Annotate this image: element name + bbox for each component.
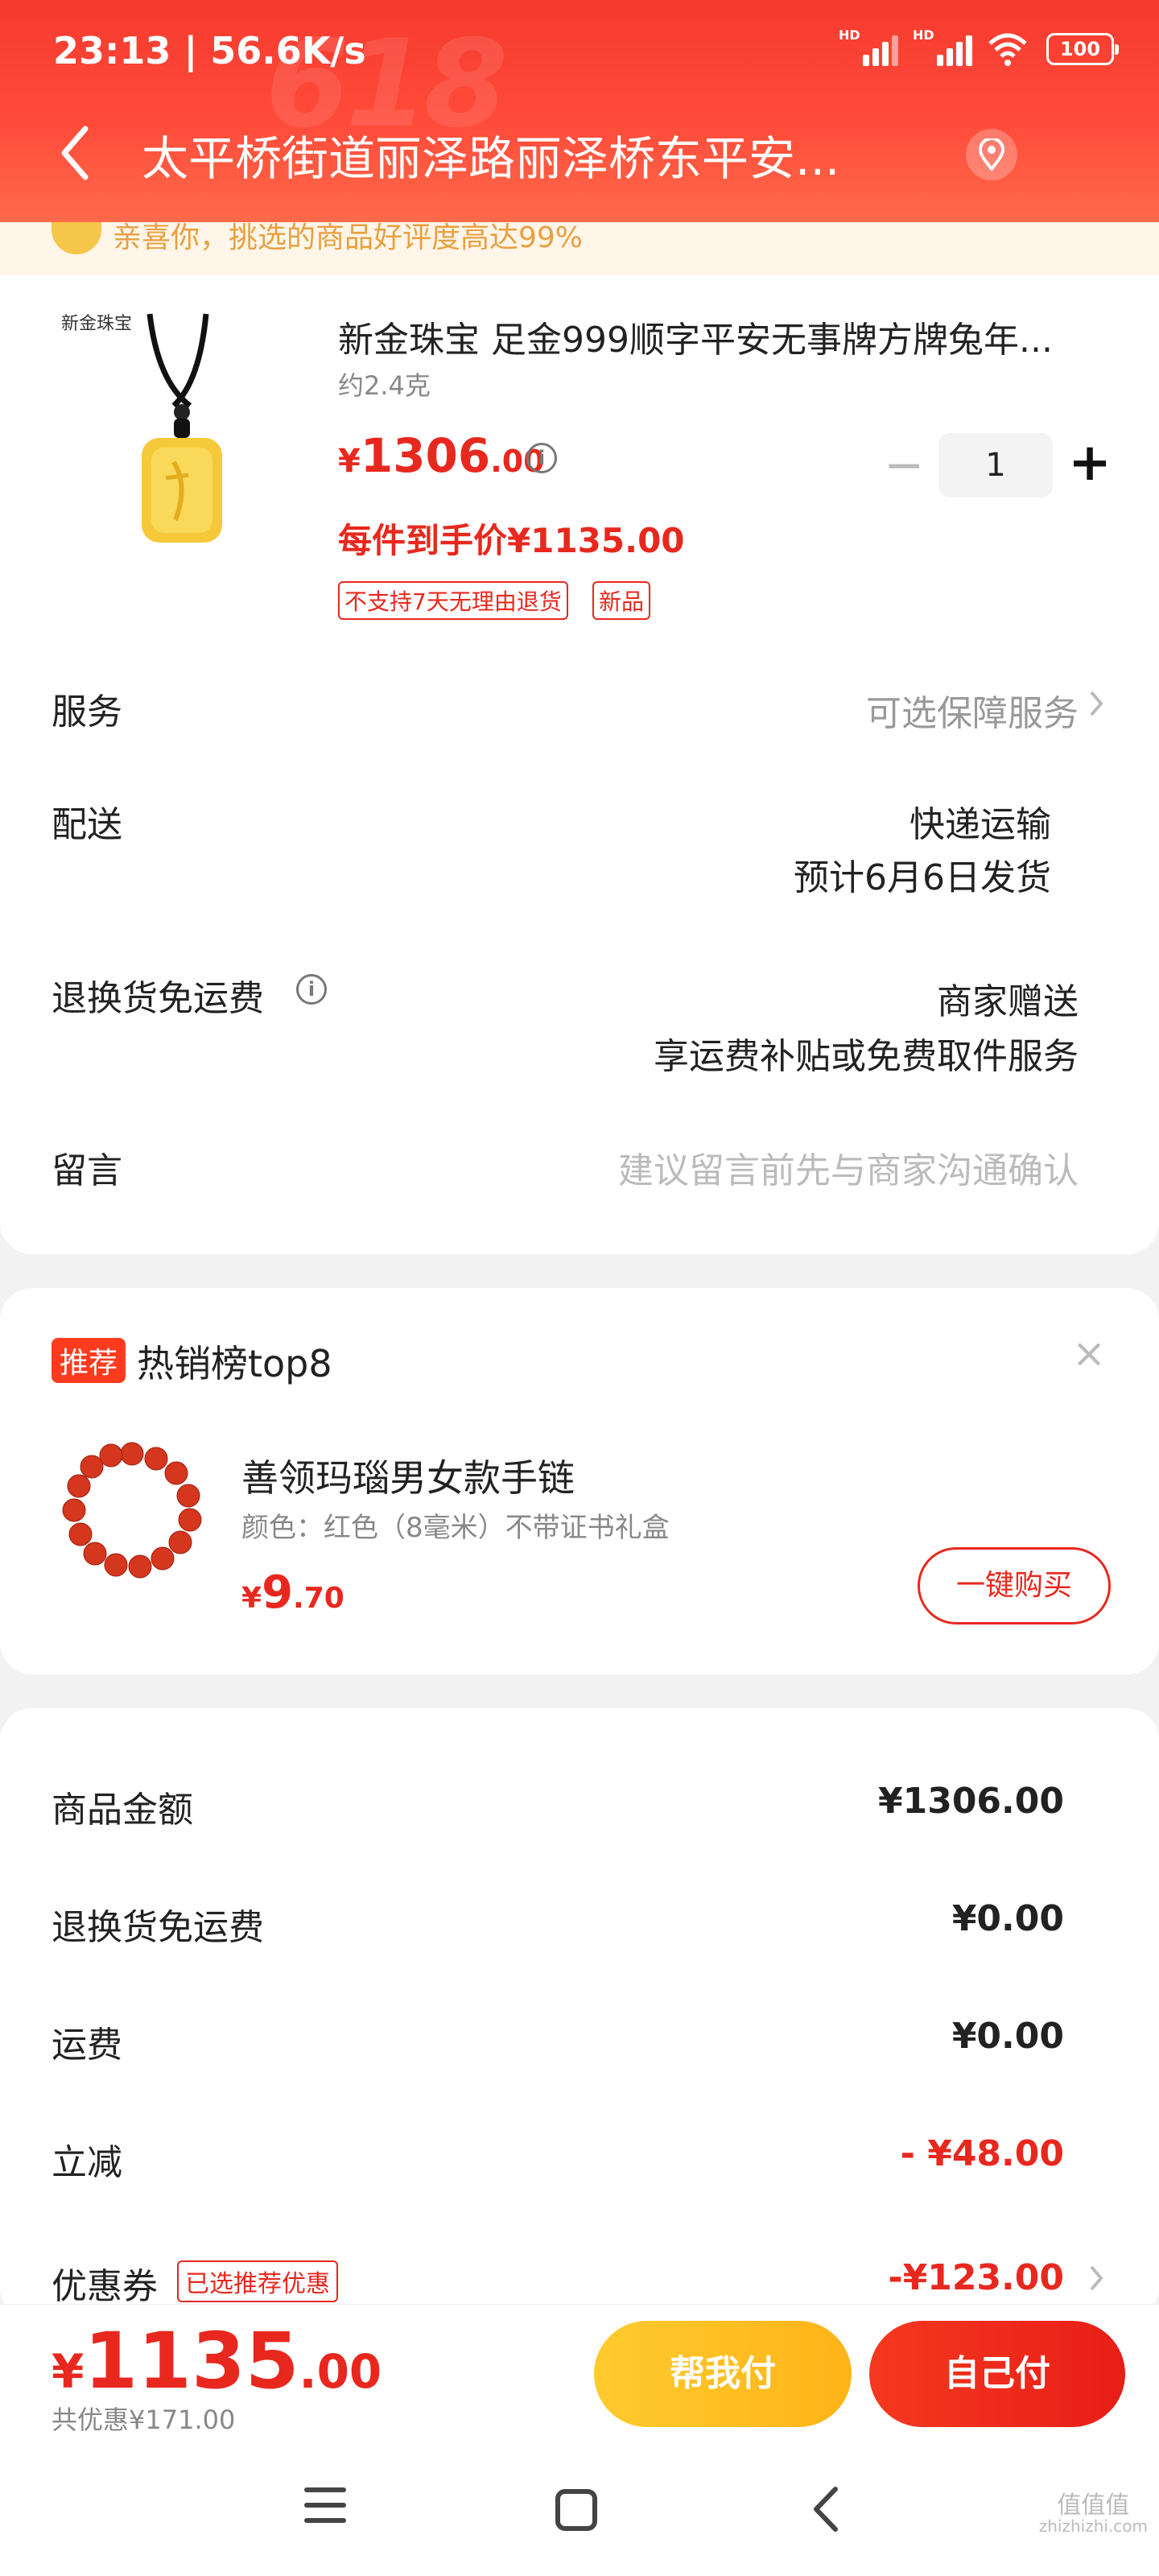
unit-final-price: 每件到手价¥1135.00 [338, 521, 685, 560]
delivery-label: 配送 [52, 804, 122, 845]
tag-new: 新品 [592, 581, 651, 620]
total-discount: 共优惠¥171.00 [52, 2405, 236, 2435]
recommend-item-spec: 颜色：红色（8毫米）不带证书礼盒 [241, 1512, 670, 1544]
goods-amount-value: ¥1306.00 [877, 1781, 1064, 1822]
back-button[interactable] [53, 121, 98, 185]
brand-logo: 新金珠宝 [61, 314, 133, 334]
pay-myself-button[interactable]: 自己付 [869, 2321, 1125, 2427]
order-product-card: 新金珠宝 新金珠宝 足金999顺字平安无事牌方牌兔年... 约2.4克 ¥130… [0, 275, 1159, 1254]
chevron-left-icon [61, 126, 89, 180]
close-icon[interactable]: × [1072, 1330, 1106, 1377]
recommend-item-price: ¥9.70 [241, 1567, 344, 1619]
chevron-right-icon [1090, 691, 1103, 716]
recommend-title: 热销榜top8 [137, 1342, 332, 1385]
address-title[interactable]: 太平桥街道丽泽路丽泽桥东平安... [142, 121, 839, 188]
quantity-decrease-button[interactable]: − [884, 441, 924, 493]
instant-discount-value: - ¥48.00 [900, 2133, 1064, 2174]
product-image[interactable]: 新金珠宝 [53, 309, 303, 551]
total-price: ¥1135.00 [52, 2316, 382, 2406]
bracelet-picture [62, 1442, 202, 1579]
signal-icon: HD [839, 27, 898, 68]
signal-icon-2: HD [913, 27, 972, 68]
coupon-value[interactable]: -¥123.00 [888, 2257, 1064, 2298]
quantity-increase-button[interactable]: + [1067, 436, 1112, 493]
return-fee-value: ¥0.00 [951, 1898, 1064, 1939]
price-info-button[interactable]: i [526, 443, 557, 473]
goods-amount-label: 商品金额 [52, 1790, 193, 1831]
recommend-card: 推荐 热销榜top8 × 善领玛瑙男女款手链 颜色：红色（8毫米）不带证书礼盒 … [0, 1288, 1159, 1674]
watermark: 值值值 zhizhizhi.com [1038, 2491, 1148, 2536]
chevron-right-icon[interactable] [1087, 2262, 1106, 2294]
delivery-method[interactable]: 快递运输 [909, 795, 1051, 847]
home-icon[interactable] [555, 2489, 597, 2531]
header-banner: 618 23:13 | 56.6K/s HD HD 100 太平桥街道丽泽路丽泽… [0, 0, 1159, 222]
notice-text: 亲喜你，挑选的商品好评度高达99% [113, 222, 584, 254]
instant-discount-label: 立减 [52, 2142, 122, 2183]
shipping-label: 运费 [52, 2025, 122, 2066]
battery-icon: 100 [1046, 33, 1119, 65]
status-time: 23:13 | 56.6K/s [53, 29, 366, 72]
return-shipping-label: 退换货免运费 [52, 978, 264, 1019]
back-icon[interactable] [810, 2484, 842, 2534]
product-weight: 约2.4克 [338, 370, 431, 401]
system-navbar [0, 2449, 1159, 2576]
price-summary-card: 商品金额 ¥1306.00 退换货免运费 ¥0.00 运费 ¥0.00 立减 -… [0, 1708, 1159, 2320]
bracelet-image[interactable] [52, 1433, 212, 1594]
wifi-icon [987, 31, 1029, 68]
message-input[interactable]: 建议留言前先与商家沟通确认 [618, 1141, 1079, 1193]
product-title[interactable]: 新金珠宝 足金999顺字平安无事牌方牌兔年... [338, 311, 1095, 362]
return-info-icon[interactable]: i [296, 974, 327, 1005]
pendant-image [142, 313, 222, 543]
quantity-value[interactable]: 1 [938, 433, 1053, 497]
one-click-buy-button[interactable]: 一键购买 [918, 1547, 1111, 1624]
menu-icon[interactable] [304, 2487, 346, 2528]
coin-icon [52, 222, 101, 254]
return-shipping-desc: 享运费补贴或免费取件服务 [654, 1036, 1079, 1077]
message-label: 留言 [52, 1150, 122, 1191]
help-me-pay-button[interactable]: 帮我付 [594, 2321, 852, 2427]
notice-bar: 亲喜你，挑选的商品好评度高达99% [0, 222, 1159, 275]
return-fee-label: 退换货免运费 [52, 1907, 264, 1948]
checkout-bar: ¥1135.00 共优惠¥171.00 帮我付 自己付 [0, 2304, 1159, 2449]
recommend-badge: 推荐 [52, 1338, 126, 1383]
recommend-item-name[interactable]: 善领玛瑙男女款手链 [241, 1449, 575, 1502]
service-label: 服务 [52, 691, 122, 733]
tag-no-return: 不支持7天无理由退货 [338, 581, 568, 620]
status-icons: HD HD 100 [839, 27, 1119, 68]
service-option[interactable]: 可选保障服务 [866, 684, 1079, 736]
coupon-label: 优惠券 [52, 2266, 158, 2307]
location-button[interactable] [966, 129, 1017, 180]
return-shipping-value: 商家赠送 [937, 981, 1079, 1022]
info-icon: i [526, 443, 557, 473]
coupon-tag: 已选推荐优惠 [177, 2260, 338, 2302]
shipping-value: ¥0.00 [951, 2016, 1064, 2057]
product-price: ¥1306.00 [338, 428, 545, 483]
delivery-eta: 预计6月6日发货 [794, 857, 1051, 898]
location-pin-icon [978, 138, 1005, 171]
